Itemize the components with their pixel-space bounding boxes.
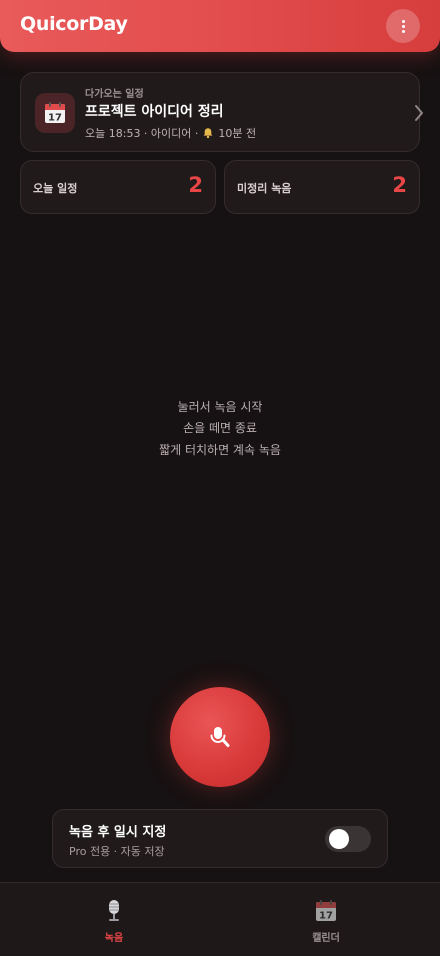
schedule-after-recording-card: 녹음 후 일시 지정 Pro 전용 · 자동 저장 xyxy=(52,809,388,868)
nav-tab-calendar[interactable]: 17 캘린더 xyxy=(286,899,366,944)
today-events-card[interactable]: 오늘 일정 2 xyxy=(20,160,216,214)
schedule-after-recording-subtitle: Pro 전용 · 자동 저장 xyxy=(69,845,165,858)
app-root: QuicorDay 17 다가오는 일정 프로젝트 아이디어 정리 오늘 18:… xyxy=(0,0,440,956)
nav-calendar-icon-day: 17 xyxy=(319,911,333,922)
more-vertical-icon-dot xyxy=(401,29,405,33)
upcoming-event-card[interactable]: 17 다가오는 일정 프로젝트 아이디어 정리 오늘 18:53 · 아이디어 … xyxy=(20,72,423,152)
nav-tab-calendar-label: 캘린더 xyxy=(312,933,340,944)
nav-tab-record[interactable]: 녹음 xyxy=(74,899,154,944)
unsorted-recordings-card[interactable]: 미정리 녹음 2 xyxy=(224,160,420,214)
calendar-icon: 17 xyxy=(314,899,338,923)
studio-microphone-icon xyxy=(102,899,126,923)
more-vertical-icon xyxy=(401,19,405,23)
calendar-icon: 17 xyxy=(35,93,75,133)
upcoming-title: 프로젝트 아이디어 정리 xyxy=(85,104,224,120)
hint-line-3: 짧게 터치하면 계속 녹음 xyxy=(159,443,281,457)
upcoming-meta: 오늘 18:53 · 아이디어 · 10분 전 xyxy=(85,125,256,141)
hint-line-2: 손을 떼면 종료 xyxy=(183,421,257,435)
more-vertical-icon-dot xyxy=(401,24,405,28)
today-events-label: 오늘 일정 xyxy=(33,182,78,195)
upcoming-meta-reminder: 10분 전 xyxy=(218,127,257,140)
bottom-navigation: 녹음 17 캘린더 xyxy=(0,882,440,956)
schedule-after-recording-title: 녹음 후 일시 지정 xyxy=(69,825,167,840)
microphone-icon xyxy=(210,727,230,747)
app-title: QuicorDay xyxy=(20,13,128,35)
upcoming-label: 다가오는 일정 xyxy=(85,89,144,100)
schedule-after-recording-toggle[interactable] xyxy=(325,826,371,852)
app-header: QuicorDay xyxy=(0,0,440,52)
bell-icon xyxy=(204,128,213,139)
upcoming-meta-time: 오늘 18:53 · 아이디어 · xyxy=(85,127,199,140)
today-events-count: 2 xyxy=(188,173,203,197)
toggle-knob xyxy=(329,829,349,849)
unsorted-recordings-label: 미정리 녹음 xyxy=(237,182,292,195)
hint-line-1: 눌러서 녹음 시작 xyxy=(177,400,263,414)
nav-tab-record-label: 녹음 xyxy=(104,933,124,944)
record-button[interactable] xyxy=(170,687,270,787)
calendar-icon-day: 17 xyxy=(48,113,62,124)
unsorted-recordings-count: 2 xyxy=(392,173,407,197)
chevron-right-icon xyxy=(415,105,423,121)
more-menu-button[interactable] xyxy=(386,9,420,43)
